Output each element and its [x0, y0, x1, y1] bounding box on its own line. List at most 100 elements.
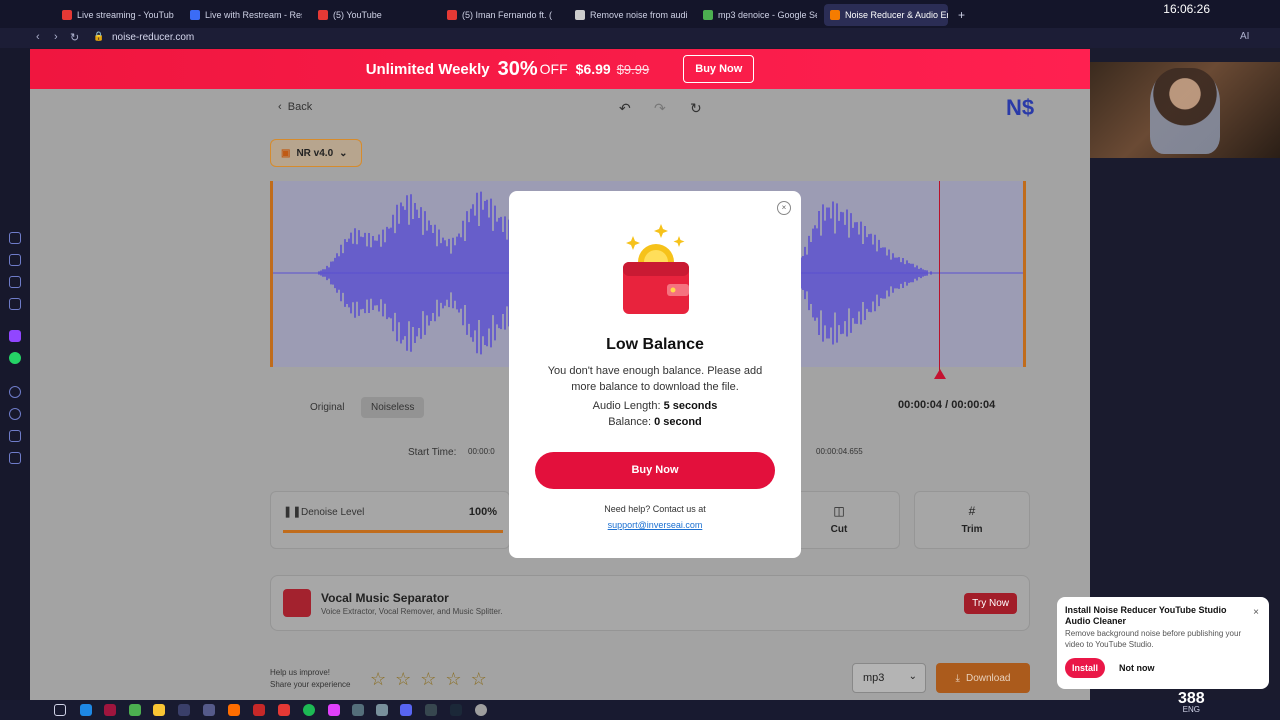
sidebar-shortcut-icon[interactable] [9, 232, 21, 244]
rating-stars: ☆ ☆ ☆ ☆ ☆ [370, 669, 487, 690]
close-icon[interactable]: × [777, 201, 791, 215]
ai-extension-label[interactable]: AI [1240, 31, 1249, 42]
url-field[interactable]: noise-reducer.com [112, 32, 194, 43]
segment-original[interactable]: Original [300, 397, 354, 418]
sidebar-shortcut-icon[interactable] [9, 386, 21, 398]
try-now-button[interactable]: Try Now [964, 593, 1017, 614]
promo-off: OFF [539, 61, 568, 77]
spotify-icon[interactable] [303, 704, 315, 716]
playhead-handle[interactable] [934, 369, 946, 379]
editor-topbar: ‹ Back ↶ ↷ ↻ N$ [30, 89, 1090, 127]
browser-tab-bar: Live streaming - YouTube Live with Restr… [0, 0, 1280, 28]
denoise-slider[interactable] [283, 530, 503, 533]
star-icon[interactable]: ☆ [420, 669, 436, 690]
tab-iman-fernando[interactable]: (5) Iman Fernando ft. ( [441, 4, 559, 26]
tab-remove-noise[interactable]: Remove noise from audio [569, 4, 687, 26]
app-icon[interactable] [352, 704, 364, 716]
twitch-icon[interactable] [9, 330, 21, 342]
version-select[interactable]: ▣ NR v4.0 ⌄ [270, 139, 362, 167]
edge-icon[interactable] [80, 704, 92, 716]
app-icon[interactable] [203, 704, 215, 716]
denoise-level-card: ❚❚ Denoise Level 100% [270, 491, 510, 549]
google-icon [703, 10, 713, 20]
redo-icon[interactable]: ↷ [654, 100, 666, 117]
whatsapp-icon[interactable] [9, 352, 21, 364]
undo-icon[interactable]: ↶ [619, 100, 631, 117]
star-icon[interactable]: ☆ [370, 669, 386, 690]
youtube-icon [447, 10, 457, 20]
app-icon[interactable] [376, 704, 388, 716]
browser-sidebar [0, 48, 30, 700]
support-email-link[interactable]: support@inverseai.com [509, 520, 801, 530]
not-now-button[interactable]: Not now [1119, 663, 1155, 673]
promo-headline: Unlimited Weekly [365, 60, 490, 78]
download-manager-icon[interactable] [178, 704, 190, 716]
app-icon[interactable] [475, 704, 487, 716]
steam-icon[interactable] [450, 704, 462, 716]
settings-icon[interactable] [9, 452, 21, 464]
chrome-icon[interactable] [129, 704, 141, 716]
star-icon[interactable]: ☆ [471, 669, 487, 690]
folder-icon[interactable] [153, 704, 165, 716]
playhead[interactable] [939, 181, 940, 375]
youtube-icon [318, 10, 328, 20]
start-time-value[interactable]: 00:00:0 [468, 447, 495, 456]
sidebar-shortcut-icon[interactable] [9, 430, 21, 442]
end-time-value[interactable]: 00:00:04.655 [816, 447, 863, 456]
restream-icon [190, 10, 200, 20]
trim-tool-card[interactable]: # Trim [914, 491, 1030, 549]
chevron-down-icon: ⌄ [908, 671, 917, 682]
sidebar-shortcut-icon[interactable] [9, 298, 21, 310]
noise-reducer-icon [830, 10, 840, 20]
tab-live-streaming[interactable]: Live streaming - YouTube [56, 4, 174, 26]
segment-noiseless[interactable]: Noiseless [361, 397, 425, 418]
wallet-coin-icon [623, 224, 689, 314]
refresh-icon[interactable]: ↻ [690, 100, 702, 117]
discord-icon[interactable] [400, 704, 412, 716]
waveform-icon: ❚❚ [283, 506, 302, 518]
close-icon[interactable]: × [1253, 607, 1259, 618]
sidebar-shortcut-icon[interactable] [9, 254, 21, 266]
app-icon[interactable] [253, 704, 265, 716]
history-icon[interactable] [9, 408, 21, 420]
promo-buy-button[interactable]: Buy Now [683, 55, 755, 83]
star-icon[interactable]: ☆ [445, 669, 461, 690]
reload-icon[interactable]: ↻ [70, 31, 79, 44]
audio-length-line: Audio Length: 5 seconds [592, 400, 718, 412]
address-bar: ‹ › ↻ 🔒 noise-reducer.com AI [0, 28, 1280, 48]
playback-time: 00:00:04 / 00:00:04 [898, 399, 996, 411]
site-logo: N$ [1006, 95, 1035, 120]
app-icon[interactable] [278, 704, 290, 716]
tab-youtube[interactable]: (5) YouTube [312, 4, 430, 26]
buy-now-button[interactable]: Buy Now [535, 452, 775, 489]
app-icon[interactable] [425, 704, 437, 716]
start-time-label: Start Time: [408, 447, 457, 458]
vms-title: Vocal Music Separator [321, 591, 449, 605]
chevron-down-icon: ⌄ [339, 147, 348, 159]
tab-google-search[interactable]: mp3 denoice - Google Sea [697, 4, 817, 26]
promo-old-price: $9.99 [616, 61, 650, 77]
format-select[interactable]: mp3 ⌄ [852, 663, 926, 693]
tab-restream[interactable]: Live with Restream - Resti [184, 4, 302, 26]
trim-label: Trim [961, 524, 983, 535]
star-icon[interactable]: ☆ [395, 669, 411, 690]
app-icon[interactable] [328, 704, 340, 716]
modal-title: Low Balance [606, 336, 704, 353]
denoise-value: 100% [468, 506, 497, 518]
app-icon[interactable] [228, 704, 240, 716]
lock-icon: 🔒 [93, 31, 105, 41]
forward-nav-icon[interactable]: › [54, 31, 58, 43]
toast-title: Install Noise Reducer YouTube Studio Aud… [1065, 605, 1227, 626]
install-button[interactable]: Install [1065, 658, 1105, 678]
help-text: Need help? Contact us at [604, 504, 706, 514]
back-nav-icon[interactable]: ‹ [36, 31, 40, 43]
task-view-icon[interactable] [54, 704, 66, 716]
music-separator-icon [283, 589, 311, 617]
youtube-icon [62, 10, 72, 20]
download-button[interactable]: ⤓ Download [936, 663, 1030, 693]
sidebar-shortcut-icon[interactable] [9, 276, 21, 288]
new-tab-button[interactable]: + [952, 4, 966, 26]
back-button[interactable]: ‹ Back [278, 101, 312, 113]
opera-icon[interactable] [104, 704, 116, 716]
tab-noise-reducer[interactable]: Noise Reducer & Audio En [824, 4, 948, 26]
